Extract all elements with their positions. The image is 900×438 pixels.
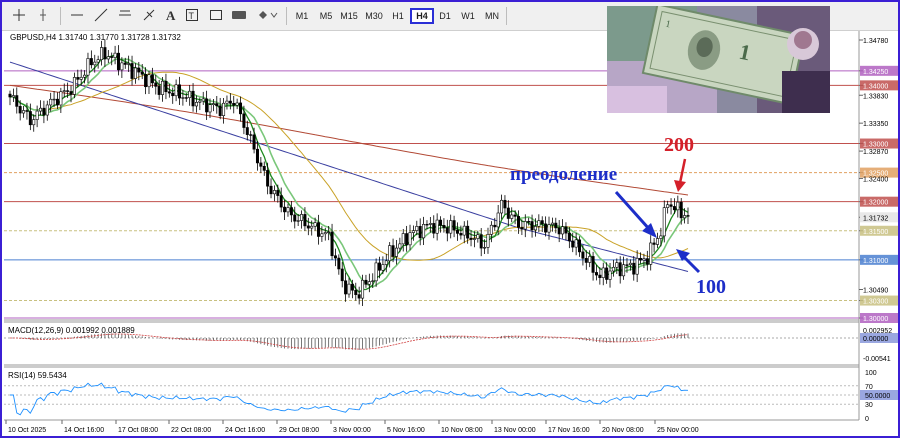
currency-photo: 1 1 (607, 6, 830, 113)
time-tick: 17 Oct 08:00 (118, 427, 158, 434)
annotation-overcome: преодоление (510, 164, 617, 185)
macd-tick: -0.00541 (863, 356, 891, 363)
rsi-tick: 0 (865, 416, 869, 423)
price-tick: 1.33830 (863, 93, 888, 100)
time-axis: 10 Oct 2025 14 Oct 16:00 17 Oct 08:00 22 Oc… (5, 420, 699, 434)
price-tick: 1.34000 (863, 83, 888, 90)
chart-window: A T M1 M5 M15 M30 H1 H4 D1 W1 MN 1.34780… (0, 0, 900, 438)
time-tick: 17 Nov 16:00 (548, 427, 590, 434)
time-tick: 14 Oct 16:00 (64, 427, 104, 434)
rsi-tick: 30 (865, 402, 873, 409)
price-tick: 1.34780 (863, 38, 888, 45)
price-tick: 1.31500 (863, 229, 888, 236)
price-tick: 1.33000 (863, 142, 888, 149)
rsi-tick: 100 (865, 370, 877, 377)
time-tick: 10 Nov 08:00 (441, 427, 483, 434)
rsi-tick: 50.0000 (865, 393, 890, 400)
annotation-200: 200 (664, 134, 694, 156)
time-tick: 20 Nov 08:00 (602, 427, 644, 434)
time-tick: 3 Nov 00:00 (333, 427, 371, 434)
time-tick: 29 Oct 08:00 (279, 427, 319, 434)
time-tick: 22 Oct 08:00 (171, 427, 211, 434)
price-tick: 1.30000 (863, 316, 888, 323)
price-tick: 1.30300 (863, 299, 888, 306)
rsi-tick: 70 (865, 384, 873, 391)
price-tick: 1.34250 (863, 69, 888, 76)
price-tick: 1.31000 (863, 258, 888, 265)
annotation-100: 100 (696, 276, 726, 298)
time-tick: 24 Oct 16:00 (225, 427, 265, 434)
price-tick: 1.33350 (863, 121, 888, 128)
symbol-header: GBPUSD,H4 1.31740 1.31770 1.31728 1.3173… (10, 33, 181, 42)
price-tick: 1.30490 (863, 288, 888, 295)
price-axis: 1.34780 1.34250 1.34000 1.33830 1.33350 1.330… (859, 38, 898, 423)
price-tick: 1.32400 (863, 176, 888, 183)
macd-histogram (4, 333, 859, 350)
time-tick: 10 Oct 2025 (8, 427, 46, 434)
rsi-line (4, 382, 859, 416)
price-tick: 1.32000 (863, 200, 888, 207)
price-tick: 1.32870 (863, 149, 888, 156)
rsi-label: RSI(14) 59.5434 (8, 371, 67, 380)
macd-tick: 0.00000 (863, 336, 888, 343)
time-tick: 5 Nov 16:00 (387, 427, 425, 434)
macd-label: MACD(12,26,9) 0.001992 0.001889 (8, 326, 135, 335)
time-tick: 13 Nov 00:00 (494, 427, 536, 434)
time-tick: 25 Nov 00:00 (657, 427, 699, 434)
price-tick: 1.31732 (863, 215, 888, 222)
